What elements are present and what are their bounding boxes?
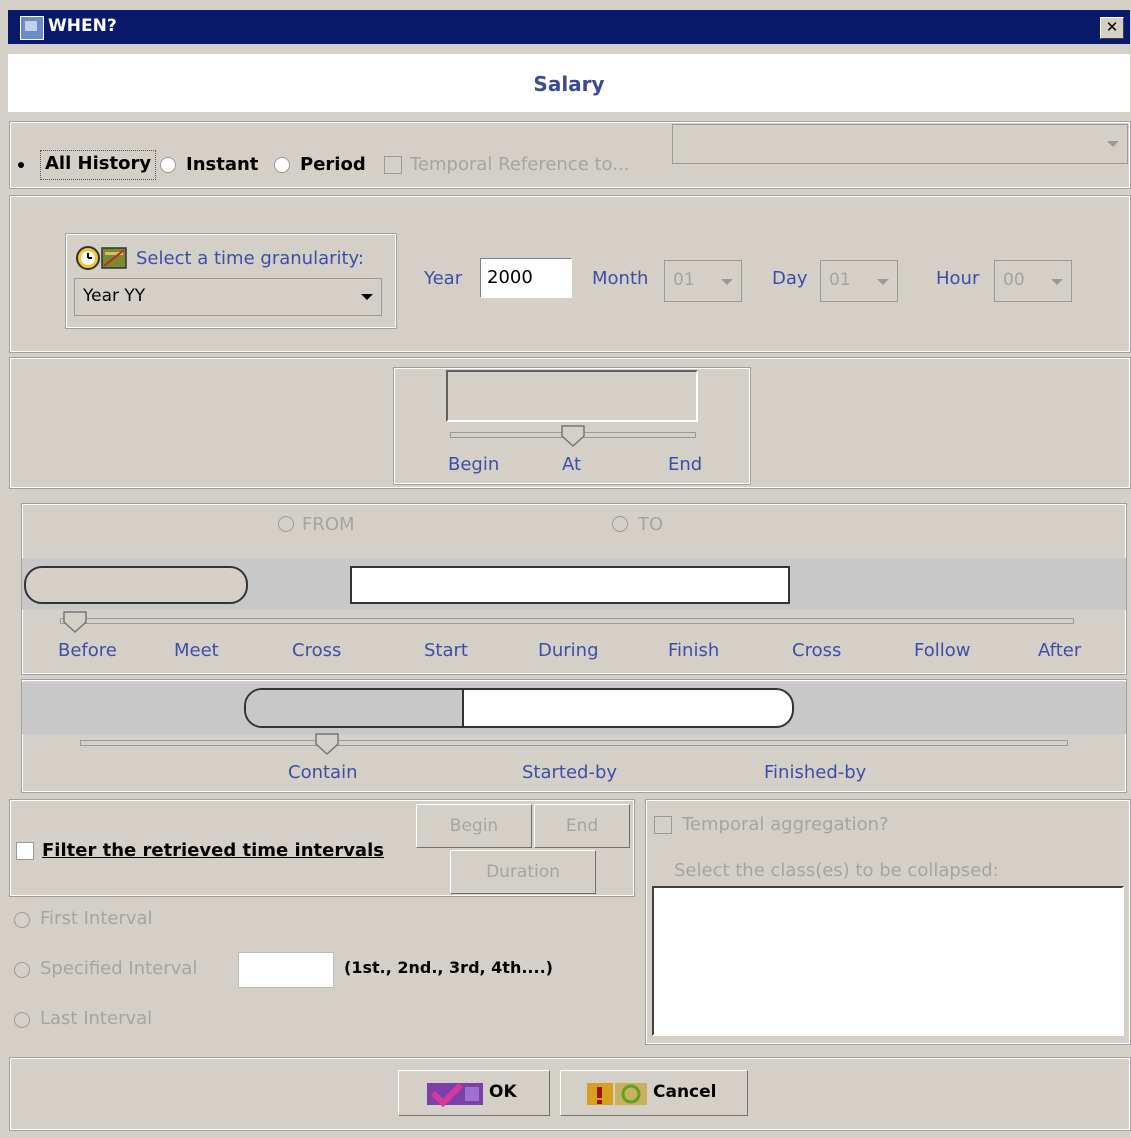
last-interval-label: Last Interval (40, 1008, 153, 1029)
hour-label: Hour (936, 268, 980, 289)
radio-instant[interactable] (160, 157, 176, 173)
page-title: Salary (533, 72, 605, 96)
contain-slider-track[interactable] (80, 740, 1068, 746)
contain-inner-interval (246, 690, 464, 726)
relation-label-meet: Meet (174, 640, 219, 661)
contain-interval-bar (244, 688, 794, 728)
year-value: 2000 (487, 267, 533, 288)
year-label: Year (424, 268, 463, 289)
relation-label-after: After (1038, 640, 1082, 661)
query-interval-bar (350, 566, 790, 604)
title-bar: WHEN? ✕ (8, 10, 1130, 44)
instant-label-end: End (668, 454, 703, 475)
relation-label-finish: Finish (668, 640, 720, 661)
from-label: FROM (302, 514, 355, 535)
app-icon (20, 16, 44, 40)
radio-last-interval[interactable] (14, 1012, 30, 1028)
specified-interval-input[interactable] (238, 952, 334, 988)
granularity-label: Select a time granularity: (136, 248, 364, 269)
radio-to[interactable] (612, 516, 628, 532)
relation-label-follow: Follow (914, 640, 971, 661)
contain-label-started-by: Started-by (522, 762, 618, 783)
relation-label-cross-2: Cross (792, 640, 842, 661)
check-icon (427, 1079, 483, 1108)
contain-label-contain: Contain (288, 762, 358, 783)
relation-slider-track[interactable] (60, 618, 1074, 624)
instant-label-begin: Begin (448, 454, 500, 475)
relation-slider-thumb[interactable] (62, 610, 88, 634)
granularity-value: Year YY (83, 286, 146, 306)
filter-label: Filter the retrieved time intervals (42, 840, 384, 861)
ok-button[interactable]: OK (398, 1070, 550, 1116)
aggregation-checkbox[interactable] (654, 816, 672, 834)
to-label: TO (638, 514, 664, 535)
all-history-focus: All History (40, 150, 157, 180)
day-label: Day (772, 268, 808, 289)
month-select[interactable]: 01 (664, 260, 742, 302)
day-value: 01 (829, 270, 851, 290)
collapse-class-list[interactable] (652, 886, 1124, 1036)
all-history-label: All History (45, 153, 152, 174)
month-label: Month (592, 268, 649, 289)
radio-from[interactable] (278, 516, 294, 532)
first-interval-label: First Interval (40, 908, 153, 929)
hour-value: 00 (1003, 270, 1025, 290)
granularity-select[interactable]: Year YY (74, 278, 382, 316)
close-button[interactable]: ✕ (1100, 17, 1124, 39)
temporal-reference-select[interactable] (672, 124, 1128, 164)
relation-label-during: During (538, 640, 599, 661)
temporal-reference-label: Temporal Reference to... (410, 154, 630, 175)
radio-period[interactable] (274, 157, 290, 173)
radio-specified-interval[interactable] (14, 962, 30, 978)
cancel-button[interactable]: Cancel (560, 1070, 748, 1116)
end-button[interactable]: End (534, 804, 630, 848)
temporal-reference-checkbox[interactable] (384, 156, 402, 174)
contain-slider-thumb[interactable] (314, 732, 340, 756)
collapse-label: Select the class(es) to be collapsed: (674, 860, 999, 881)
cancel-label: Cancel (653, 1082, 717, 1102)
cancel-icon (587, 1079, 649, 1107)
header-panel: Salary (8, 54, 1130, 112)
duration-button[interactable]: Duration (450, 850, 596, 894)
filter-checkbox[interactable] (16, 842, 34, 860)
contain-label-finished-by: Finished-by (764, 762, 867, 783)
instant-label: Instant (186, 154, 259, 175)
relation-label-before: Before (58, 640, 117, 661)
reference-interval-bar (24, 566, 248, 604)
specified-interval-hint: (1st., 2nd., 3rd, 4th....) (344, 958, 553, 977)
radio-all-history[interactable] (14, 158, 30, 174)
hour-select[interactable]: 00 (994, 260, 1072, 302)
year-input[interactable]: 2000 (480, 258, 572, 298)
instant-label-at: At (562, 454, 582, 475)
radio-first-interval[interactable] (14, 912, 30, 928)
specified-interval-label: Specified Interval (40, 958, 198, 979)
instant-display (446, 370, 698, 422)
ok-label: OK (489, 1082, 517, 1102)
clock-calendar-icon (74, 244, 130, 272)
relation-label-cross-1: Cross (292, 640, 342, 661)
window-title: WHEN? (48, 16, 117, 36)
aggregation-label: Temporal aggregation? (682, 814, 889, 835)
period-label: Period (300, 154, 366, 175)
relation-label-start: Start (424, 640, 468, 661)
instant-slider-thumb[interactable] (560, 424, 586, 448)
month-value: 01 (673, 270, 695, 290)
day-select[interactable]: 01 (820, 260, 898, 302)
begin-button[interactable]: Begin (416, 804, 532, 848)
